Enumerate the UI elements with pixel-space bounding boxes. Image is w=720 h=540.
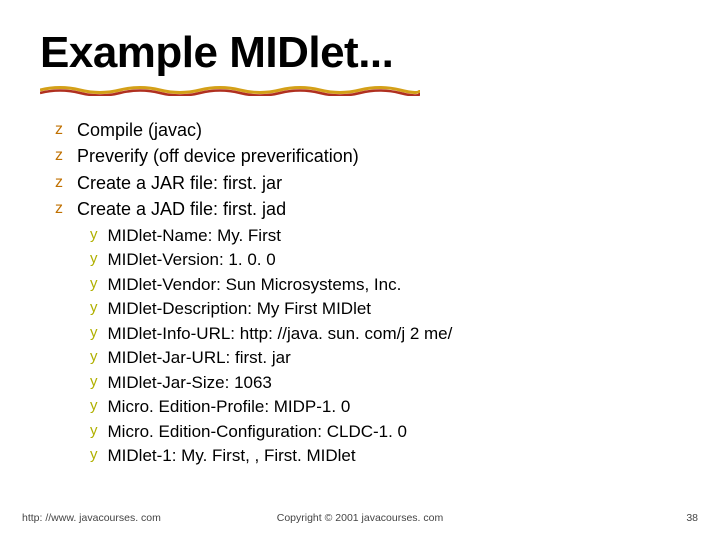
y-bullet-icon: y [90,248,98,271]
z-bullet-icon: z [55,171,63,195]
main-item: z Create a JAD file: first. jad [55,197,359,221]
sub-item: y MIDlet-Jar-URL: first. jar [90,346,452,369]
y-bullet-icon: y [90,273,98,296]
main-item: z Preverify (off device preverification) [55,144,359,168]
main-item-text: Preverify (off device preverification) [77,144,359,168]
sub-item-text: MIDlet-Jar-Size: 1063 [108,371,272,394]
y-bullet-icon: y [90,444,98,467]
y-bullet-icon: y [90,322,98,345]
main-item-text: Create a JAD file: first. jad [77,197,286,221]
sub-item-text: MIDlet-Vendor: Sun Microsystems, Inc. [108,273,402,296]
y-bullet-icon: y [90,297,98,320]
sub-item: y MIDlet-Vendor: Sun Microsystems, Inc. [90,273,452,296]
sub-item-text: Micro. Edition-Configuration: CLDC-1. 0 [108,420,408,443]
z-bullet-icon: z [55,118,63,142]
sub-item-text: MIDlet-Jar-URL: first. jar [108,346,291,369]
y-bullet-icon: y [90,224,98,247]
y-bullet-icon: y [90,371,98,394]
y-bullet-icon: y [90,395,98,418]
title-underline [40,84,420,94]
sub-item: y MIDlet-Version: 1. 0. 0 [90,248,452,271]
main-item: z Compile (javac) [55,118,359,142]
slide-title: Example MIDlet... [40,28,393,78]
sub-item-text: Micro. Edition-Profile: MIDP-1. 0 [108,395,351,418]
sub-item-text: MIDlet-Version: 1. 0. 0 [108,248,276,271]
sub-item-text: MIDlet-1: My. First, , First. MIDlet [108,444,356,467]
footer-copyright: Copyright © 2001 javacourses. com [0,512,720,524]
sub-item: y Micro. Edition-Profile: MIDP-1. 0 [90,395,452,418]
sub-item: y MIDlet-Jar-Size: 1063 [90,371,452,394]
sub-item: y MIDlet-Name: My. First [90,224,452,247]
sub-item-text: MIDlet-Info-URL: http: //java. sun. com/… [108,322,453,345]
main-item-text: Compile (javac) [77,118,202,142]
main-item-text: Create a JAR file: first. jar [77,171,282,195]
sub-bullet-list: y MIDlet-Name: My. First y MIDlet-Versio… [90,224,452,469]
z-bullet-icon: z [55,144,63,168]
sub-item: y MIDlet-Info-URL: http: //java. sun. co… [90,322,452,345]
main-bullet-list: z Compile (javac) z Preverify (off devic… [55,118,359,223]
slide: Example MIDlet... z Compile (javac) z Pr… [0,0,720,540]
main-item: z Create a JAR file: first. jar [55,171,359,195]
sub-item-text: MIDlet-Description: My First MIDlet [108,297,372,320]
sub-item-text: MIDlet-Name: My. First [108,224,281,247]
sub-item: y Micro. Edition-Configuration: CLDC-1. … [90,420,452,443]
y-bullet-icon: y [90,346,98,369]
sub-item: y MIDlet-Description: My First MIDlet [90,297,452,320]
y-bullet-icon: y [90,420,98,443]
z-bullet-icon: z [55,197,63,221]
footer-page-number: 38 [686,512,698,524]
sub-item: y MIDlet-1: My. First, , First. MIDlet [90,444,452,467]
